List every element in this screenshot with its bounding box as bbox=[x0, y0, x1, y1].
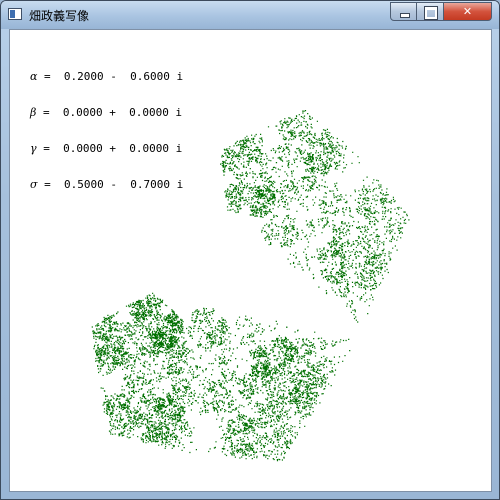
maximize-icon bbox=[424, 6, 438, 20]
param-alpha: α = 0.2000 - 0.6000 i bbox=[30, 70, 184, 83]
canvas-area: α = 0.2000 - 0.6000 i β = 0.0000 + 0.000… bbox=[9, 29, 492, 492]
param-gamma: γ = 0.0000 + 0.0000 i bbox=[30, 142, 183, 155]
app-icon[interactable] bbox=[8, 8, 22, 20]
app-window: 畑政義写像 ✕ α = 0.2000 - 0.6000 i β = 0.0000… bbox=[0, 0, 500, 500]
minimize-icon bbox=[400, 13, 410, 18]
param-sigma: σ = 0.5000 - 0.7000 i bbox=[30, 178, 184, 191]
close-button[interactable]: ✕ bbox=[444, 2, 492, 21]
parameter-readout: α = 0.2000 - 0.6000 i β = 0.0000 + 0.000… bbox=[30, 47, 183, 215]
maximize-button[interactable] bbox=[417, 2, 444, 21]
window-title: 畑政義写像 bbox=[29, 9, 90, 23]
title-bar[interactable]: 畑政義写像 ✕ bbox=[1, 1, 499, 29]
close-icon: ✕ bbox=[462, 5, 473, 18]
minimize-button[interactable] bbox=[390, 2, 417, 21]
param-beta: β = 0.0000 + 0.0000 i bbox=[30, 106, 183, 119]
